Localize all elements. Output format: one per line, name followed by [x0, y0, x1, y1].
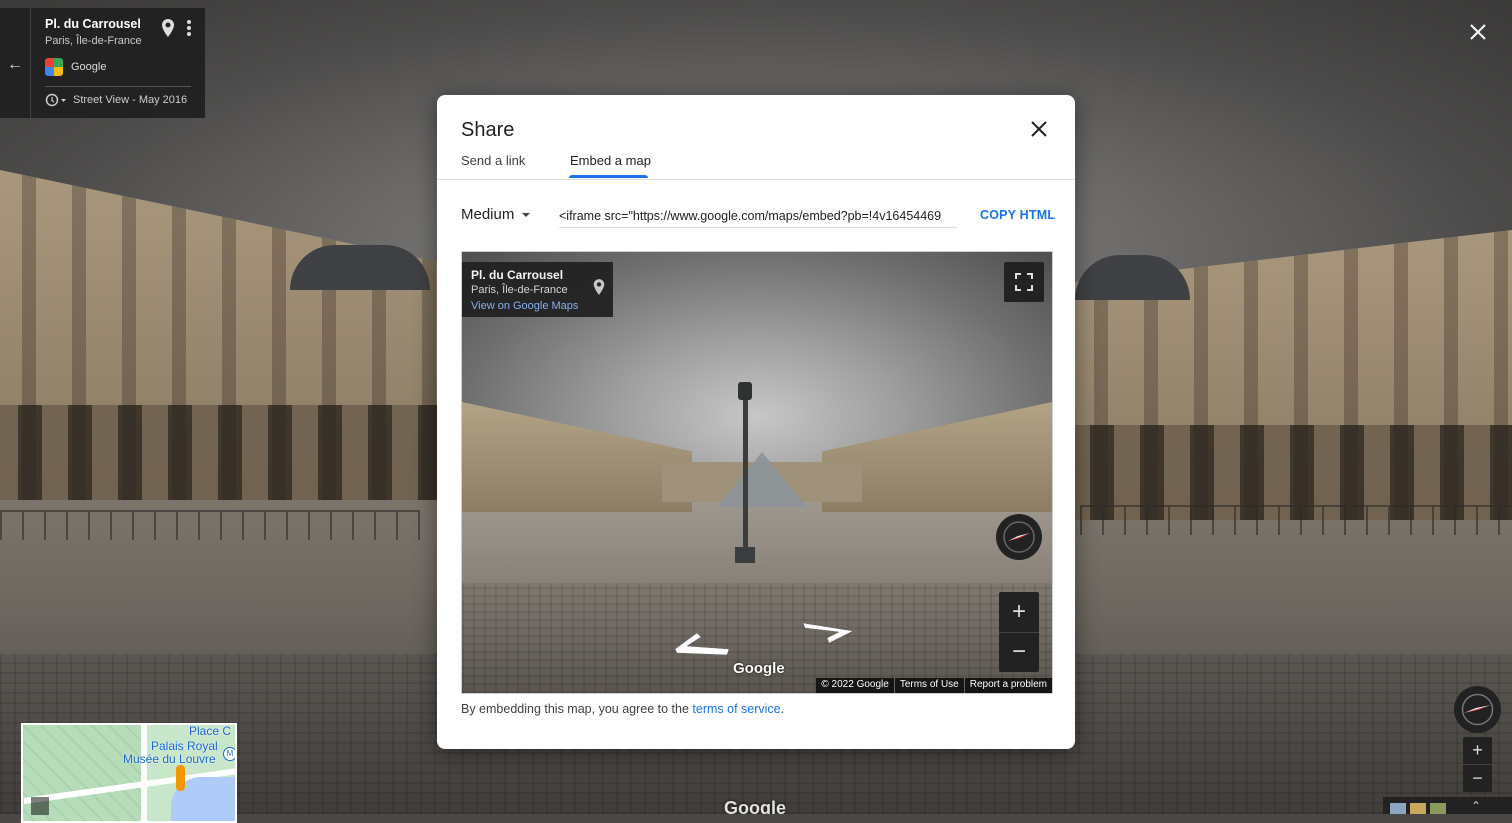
embed-size-dropdown[interactable]: Medium	[461, 206, 531, 223]
preview-subtitle: Paris, Île-de-France	[471, 284, 568, 296]
location-info-card: Pl. du Carrousel Paris, Île-de-France Go…	[31, 8, 205, 118]
provider-name: Google	[71, 61, 107, 73]
fullscreen-button[interactable]	[1004, 262, 1044, 302]
background-google-watermark: Google	[724, 798, 786, 814]
minimap-label-louvre: Musée du Louvre	[123, 752, 216, 766]
history-label: Street View - May 2016	[73, 94, 188, 106]
google-maps-logo-icon	[45, 58, 63, 76]
dialog-title: Share	[461, 119, 515, 141]
minimap-road	[141, 725, 147, 821]
chevron-down-icon	[522, 212, 531, 217]
terms-of-service-link[interactable]: terms of service	[692, 702, 780, 716]
close-street-view-icon[interactable]	[1466, 20, 1490, 44]
expand-map-icon[interactable]	[31, 797, 49, 815]
terms-notice: By embedding this map, you agree to the …	[461, 702, 784, 716]
fullscreen-icon	[1015, 273, 1033, 291]
copyright-text: © 2022 Google	[821, 679, 889, 690]
tos-suffix: .	[780, 702, 785, 716]
more-vert-icon[interactable]	[185, 18, 193, 38]
preview-info-card: Pl. du Carrousel Paris, Île-de-France Vi…	[462, 262, 613, 317]
copy-html-button[interactable]: COPY HTML	[980, 208, 1055, 222]
zoom-in-button[interactable]: +	[1463, 737, 1492, 765]
zoom-in-button[interactable]: +	[999, 592, 1039, 633]
compass-button[interactable]	[996, 514, 1042, 560]
street-view-history[interactable]: Street View - May 2016	[45, 93, 187, 107]
history-icon[interactable]	[45, 93, 67, 107]
dome-left	[290, 245, 430, 290]
tab-embed-a-map[interactable]: Embed a map	[570, 153, 651, 168]
divider	[45, 86, 191, 87]
location-subtitle: Paris, Île-de-France	[45, 35, 142, 47]
preview-lamppost	[743, 382, 748, 562]
minimap-label-palais-royal: Palais Royal	[151, 739, 218, 753]
zoom-out-button[interactable]: −	[1463, 765, 1492, 792]
thumbnail[interactable]	[1390, 803, 1406, 814]
nav-arrow-left-icon[interactable]	[667, 627, 732, 657]
embed-html-input[interactable]	[559, 205, 957, 228]
preview-title: Pl. du Carrousel	[471, 268, 564, 282]
back-panel: ←	[0, 8, 31, 118]
thumbnail[interactable]	[1430, 803, 1446, 814]
metro-icon: M	[223, 747, 235, 761]
place-pin-icon[interactable]	[592, 278, 606, 296]
active-tab-indicator	[569, 175, 648, 178]
embed-size-value: Medium	[461, 206, 515, 223]
preview-pyramid	[717, 452, 807, 507]
back-arrow-icon[interactable]: ←	[7, 56, 23, 74]
zoom-out-button[interactable]: −	[999, 632, 1039, 672]
chevron-up-icon[interactable]: ⌃	[1471, 799, 1481, 813]
preview-footer: © 2022 Google Terms of Use Report a prob…	[816, 678, 1052, 693]
fence-left	[0, 510, 420, 540]
location-title: Pl. du Carrousel	[45, 17, 141, 31]
fence-right	[1080, 505, 1512, 535]
minimap[interactable]: Place C Palais Royal Musée du Louvre M	[21, 723, 237, 823]
compass-icon	[1461, 693, 1494, 726]
tab-send-a-link[interactable]: Send a link	[461, 153, 525, 168]
provider-row: Google	[45, 58, 106, 76]
imagery-thumbnails[interactable]: ⌃	[1383, 797, 1512, 814]
compass-icon	[1003, 521, 1035, 553]
terms-of-use-link[interactable]: Terms of Use	[893, 678, 964, 693]
share-dialog: Share Send a link Embed a map Medium COP…	[437, 95, 1075, 749]
thumbnail[interactable]	[1410, 803, 1426, 814]
minimap-label-place: Place C	[189, 724, 232, 738]
zoom-controls: + −	[1463, 737, 1492, 792]
pegman-icon[interactable]	[176, 765, 185, 791]
tos-prefix: By embedding this map, you agree to the	[461, 702, 689, 716]
nav-arrow-right-icon[interactable]	[799, 617, 857, 645]
preview-lamp-base	[735, 547, 755, 563]
preview-lamp-head	[738, 382, 752, 400]
zoom-controls: + −	[999, 592, 1039, 672]
preview-google-watermark: Google	[733, 660, 785, 677]
close-icon[interactable]	[1029, 119, 1049, 139]
place-pin-icon[interactable]	[160, 18, 176, 38]
embed-preview[interactable]: Pl. du Carrousel Paris, Île-de-France Vi…	[461, 251, 1053, 694]
compass-button[interactable]	[1454, 686, 1501, 733]
tabs-divider	[437, 179, 1075, 180]
view-on-google-maps-link[interactable]: View on Google Maps	[471, 300, 578, 312]
report-problem-link[interactable]: Report a problem	[963, 678, 1052, 693]
